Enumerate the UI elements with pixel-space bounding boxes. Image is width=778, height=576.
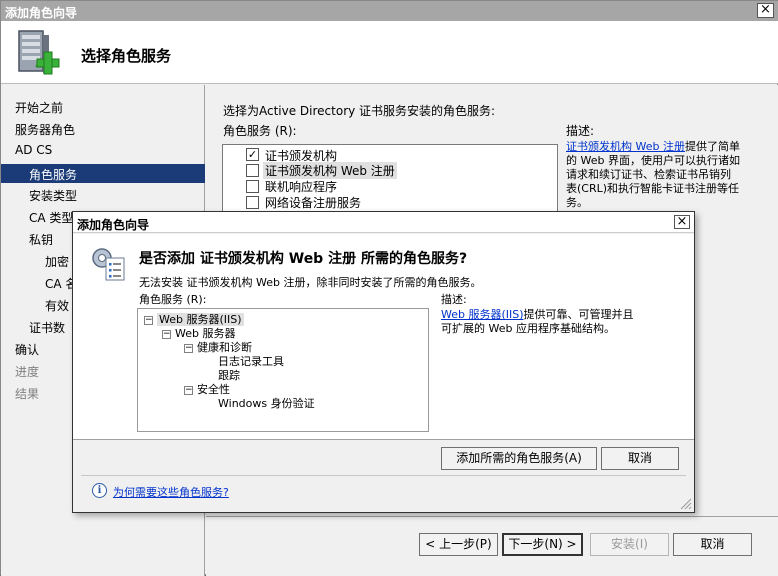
dialog-title-bar: 添加角色向导 ×	[73, 212, 694, 233]
gear-list-icon	[92, 248, 125, 281]
nav-item-private-key[interactable]: 私钥	[29, 231, 53, 248]
nav-item-validity[interactable]: 有效	[45, 297, 69, 314]
add-role-services-dialog: 添加角色向导 × 是否添加 证书颁发机构 Web 注册 所需的角色服务? 无法安…	[72, 211, 695, 513]
description-label: 描述:	[566, 124, 595, 138]
description-text: 证书颁发机构 Web 注册提供了简单 的 Web 界面，使用户可以执行诸如 请求…	[566, 140, 740, 209]
prev-button[interactable]: < 上一步(P)	[419, 533, 498, 556]
wizard-window: 添加角色向导 × 选择角色服务 开始之前 服务器角色 AD CS 角色服务 安装…	[0, 0, 778, 576]
tree-node-windows-auth[interactable]: Windows 身份验证	[218, 395, 315, 411]
collapse-icon[interactable]: −	[184, 385, 193, 395]
resize-grip-icon[interactable]	[679, 497, 692, 510]
info-icon: i	[92, 483, 107, 498]
wizard-header: 选择角色服务	[1, 21, 778, 84]
nav-item-before-begin[interactable]: 开始之前	[15, 99, 63, 116]
service-label-online-responder: 联机响应程序	[265, 180, 338, 194]
nav-item-cert-db[interactable]: 证书数	[29, 319, 65, 336]
check-icon: ✓	[247, 148, 258, 161]
instruction-text: 选择为Active Directory 证书服务安装的角色服务:	[223, 104, 496, 118]
dialog-description-text: Web 服务器(IIS)提供可靠、可管理并且 可扩展的 Web 应用程序基础结构…	[441, 308, 634, 335]
nav-item-ad-cs[interactable]: AD CS	[15, 143, 52, 157]
checkbox-ca[interactable]: ✓	[246, 148, 259, 161]
nav-item-ca-type[interactable]: CA 类型	[29, 209, 73, 226]
collapse-icon[interactable]: −	[144, 315, 153, 325]
dialog-description-link[interactable]: Web 服务器(IIS)	[441, 308, 524, 321]
nav-item-confirm[interactable]: 确认	[15, 341, 39, 358]
nav-item-server-roles[interactable]: 服务器角色	[15, 121, 75, 138]
title-bar: 添加角色向导 ×	[1, 1, 778, 21]
nav-item-progress: 进度	[15, 365, 40, 379]
dialog-description-label: 描述:	[441, 293, 467, 306]
close-icon: ×	[760, 2, 771, 17]
dialog-explanation: 无法安装 证书颁发机构 Web 注册，除非同时安装了所需的角色服务。	[139, 276, 482, 289]
nav-item-results: 结果	[15, 387, 40, 401]
checkbox-online-responder[interactable]	[246, 180, 259, 193]
next-button[interactable]: 下一步(N) >	[502, 533, 583, 556]
close-icon: ×	[676, 214, 688, 229]
page-title: 选择角色服务	[81, 47, 172, 65]
checkbox-ca-web-enrollment[interactable]	[246, 164, 259, 177]
nav-item-role-services[interactable]: 角色服务	[1, 164, 205, 183]
nav-item-setup-type[interactable]: 安装类型	[29, 187, 77, 204]
dialog-question: 是否添加 证书颁发机构 Web 注册 所需的角色服务?	[139, 251, 468, 267]
collapse-icon[interactable]: −	[162, 329, 171, 339]
footer-separator	[206, 516, 778, 517]
nav-item-crypto[interactable]: 加密	[45, 253, 69, 270]
window-title: 添加角色向导	[5, 6, 78, 20]
collapse-icon[interactable]: −	[184, 343, 193, 353]
window-close-button[interactable]: ×	[757, 3, 774, 18]
dialog-title: 添加角色向导	[77, 218, 150, 232]
dialog-separator	[73, 439, 694, 440]
dialog-cancel-button[interactable]: 取消	[601, 447, 679, 470]
dialog-body: 是否添加 证书颁发机构 Web 注册 所需的角色服务? 无法安装 证书颁发机构 …	[73, 234, 694, 439]
service-label-ca-web-enrollment: 证书颁发机构 Web 注册	[263, 162, 397, 179]
service-label-ndes: 网络设备注册服务	[265, 196, 362, 210]
install-button: 安装(I)	[590, 533, 669, 556]
why-needed-link[interactable]: 为何需要这些角色服务?	[113, 484, 229, 500]
checkbox-ndes[interactable]	[246, 196, 259, 209]
server-add-icon	[18, 30, 60, 75]
dialog-tree-label: 角色服务 (R):	[139, 293, 207, 306]
required-services-tree[interactable]: − Web 服务器(IIS) − Web 服务器 − 健康和诊断 日志记录工具 跟踪 …	[137, 308, 429, 432]
add-required-services-button[interactable]: 添加所需的角色服务(A)	[441, 447, 597, 470]
dialog-help-separator	[81, 475, 686, 476]
description-link[interactable]: 证书颁发机构 Web 注册	[566, 140, 685, 153]
dialog-close-button[interactable]: ×	[674, 215, 690, 229]
role-services-label: 角色服务 (R):	[223, 124, 297, 138]
cancel-button[interactable]: 取消	[673, 533, 752, 556]
